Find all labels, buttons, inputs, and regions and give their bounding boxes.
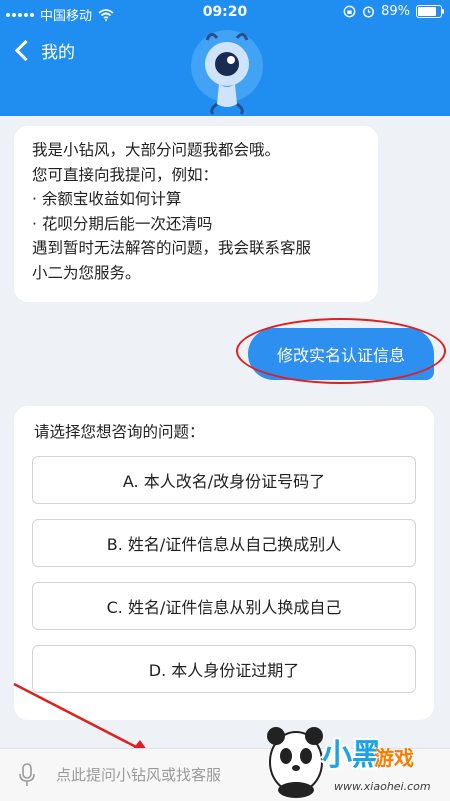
header: 我的 <box>0 26 450 116</box>
battery-icon <box>416 5 444 18</box>
battery-fill <box>418 7 436 16</box>
rotation-lock-icon <box>343 5 356 18</box>
user-message-bubble: 修改实名认证信息 <box>248 328 434 380</box>
status-bar: 中国移动 09:20 89% <box>0 0 450 26</box>
option-a-button[interactable]: A. 本人改名/改身份证号码了 <box>32 456 416 504</box>
back-chevron-icon <box>14 39 37 62</box>
chat-area: 我是小钻风，大部分问题我都会哦。 您可直接向我提问，例如： · 余额宝收益如何计… <box>0 116 450 748</box>
option-label: D. 本人身份证过期了 <box>148 661 300 680</box>
option-label: B. 姓名/证件信息从自己换成别人 <box>106 535 342 554</box>
option-label: A. 本人改名/改身份证号码了 <box>122 472 326 491</box>
question-input[interactable]: 点此提问小钻风或找客服 <box>56 764 221 785</box>
option-d-button[interactable]: D. 本人身份证过期了 <box>32 645 416 693</box>
bot-message-line: 遇到暂时无法解答的问题，我会联系客服 <box>32 239 312 258</box>
question-card: 请选择您想咨询的问题： A. 本人改名/改身份证号码了 B. 姓名/证件信息从自… <box>14 406 434 720</box>
bot-message-line: 我是小钻风，大部分问题我都会哦。 <box>32 141 281 159</box>
option-label: C. 姓名/证件信息从别人换成自己 <box>106 598 342 617</box>
back-button[interactable]: 我的 <box>14 38 75 63</box>
status-right: 89% <box>343 4 444 19</box>
user-message-text: 修改实名认证信息 <box>276 346 405 365</box>
bot-message-line[interactable]: · 花呗分期后能一次还清吗 <box>32 212 360 237</box>
mic-icon[interactable] <box>18 763 36 787</box>
bot-message-bubble: 我是小钻风，大部分问题我都会哦。 您可直接向我提问，例如： · 余额宝收益如何计… <box>14 126 378 302</box>
bot-message-line[interactable]: · 余额宝收益如何计算 <box>32 187 360 212</box>
bot-message-line: 小二为您服务。 <box>32 263 141 282</box>
back-label: 我的 <box>41 43 75 63</box>
option-b-button[interactable]: B. 姓名/证件信息从自己换成别人 <box>32 519 416 567</box>
alarm-icon <box>363 6 375 18</box>
input-bar: 点此提问小钻风或找客服 <box>0 748 450 801</box>
question-card-title: 请选择您想咨询的问题： <box>34 423 205 441</box>
option-c-button[interactable]: C. 姓名/证件信息从别人换成自己 <box>32 582 416 630</box>
mascot-avatar <box>191 30 263 116</box>
battery-percent: 89% <box>381 4 410 19</box>
bot-message-line: 您可直接向我提问，例如： <box>32 165 219 184</box>
